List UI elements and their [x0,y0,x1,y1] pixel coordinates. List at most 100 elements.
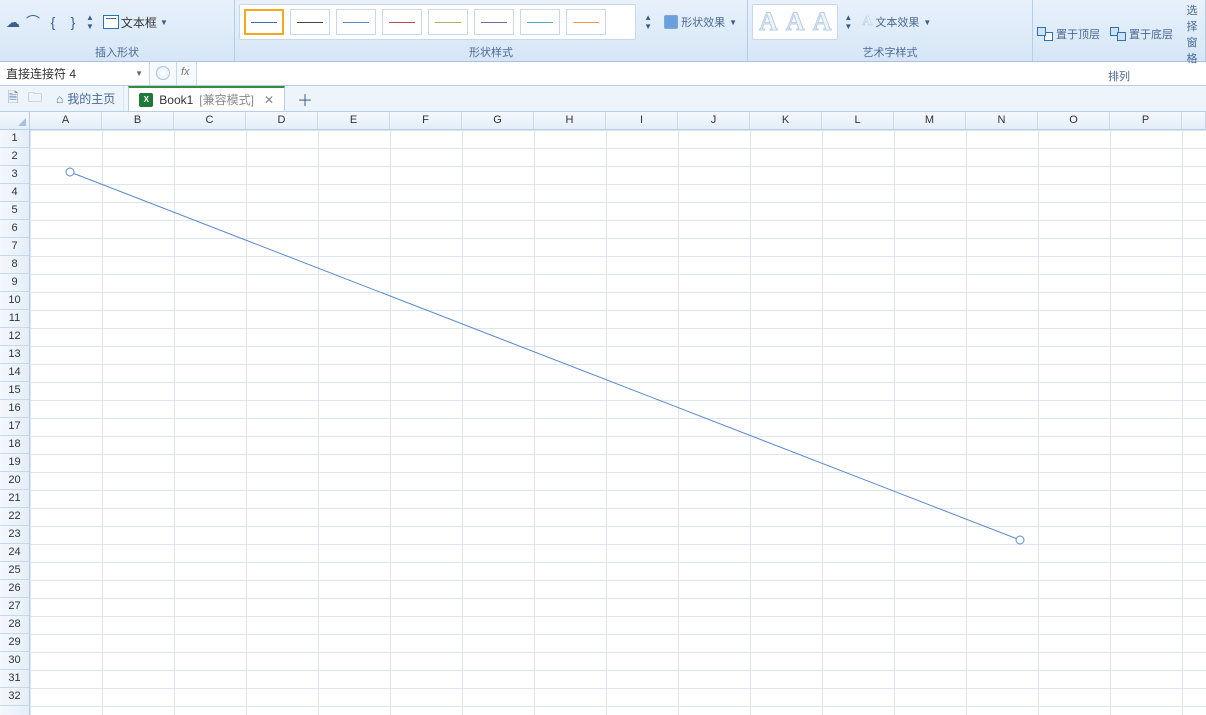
row-header-21[interactable]: 21 [0,490,29,508]
shape-effects-button[interactable]: 形状效果 ▼ [662,14,739,30]
shape-style-gallery-scroll[interactable]: ▲ ▼ [644,13,652,31]
row-header-25[interactable]: 25 [0,562,29,580]
document-tab[interactable]: X Book1 [兼容模式] ✕ [128,86,285,111]
select-all-corner[interactable] [0,112,30,129]
cancel-formula-icon[interactable] [156,66,170,80]
dropdown-icon[interactable]: ▼ [729,18,737,27]
text-effects-button[interactable]: A 文本效果 ▼ [860,9,933,35]
shape-left-brace-icon[interactable]: { [44,14,62,30]
row-header-32[interactable]: 32 [0,688,29,706]
row-header-18[interactable]: 18 [0,436,29,454]
open-folder-icon[interactable]: 🗀 [26,90,44,108]
shape-right-brace-icon[interactable]: } [64,14,82,30]
dropdown-icon[interactable]: ▼ [923,18,931,27]
shapes-gallery[interactable]: ☁ ⌒ { } ▲ ▼ [4,13,94,31]
cells-grid[interactable] [30,130,1206,715]
row-header-2[interactable]: 2 [0,148,29,166]
shape-style-swatch-3[interactable] [336,9,376,35]
column-header-D[interactable]: D [246,112,318,129]
column-header-A[interactable]: A [30,112,102,129]
shape-style-swatch-1[interactable] [244,9,284,35]
row-header-22[interactable]: 22 [0,508,29,526]
bring-front-label: 置于顶层 [1056,26,1100,42]
chevron-down-icon[interactable]: ▼ [844,22,852,31]
row-header-26[interactable]: 26 [0,580,29,598]
shape-style-swatch-5[interactable] [428,9,468,35]
row-header-24[interactable]: 24 [0,544,29,562]
row-header-9[interactable]: 9 [0,274,29,292]
column-header-P[interactable]: P [1110,112,1182,129]
arrange-group-label: 排列 [1037,66,1201,85]
send-to-back-button[interactable]: 置于底层 [1110,26,1173,42]
close-tab-icon[interactable]: ✕ [264,93,274,107]
row-header-4[interactable]: 4 [0,184,29,202]
column-header-K[interactable]: K [750,112,822,129]
row-header-14[interactable]: 14 [0,364,29,382]
art-font-group-label: 艺术字样式 [752,42,1028,61]
column-header-I[interactable]: I [606,112,678,129]
row-header-8[interactable]: 8 [0,256,29,274]
textbox-button[interactable]: 文本框 ▼ [98,11,173,34]
chevron-up-icon[interactable]: ▲ [644,13,652,22]
shape-arc-icon[interactable]: ⌒ [24,14,42,30]
name-box-dropdown-icon[interactable]: ▼ [135,69,143,78]
shape-style-gallery[interactable] [239,4,636,40]
add-tab-button[interactable]: ＋ [295,89,315,109]
shape-style-swatch-4[interactable] [382,9,422,35]
row-header-31[interactable]: 31 [0,670,29,688]
column-header-H[interactable]: H [534,112,606,129]
row-header-11[interactable]: 11 [0,310,29,328]
name-box[interactable]: 直接连接符 4 ▼ [0,62,150,85]
column-header-G[interactable]: G [462,112,534,129]
row-header-27[interactable]: 27 [0,598,29,616]
column-header-L[interactable]: L [822,112,894,129]
chevron-down-icon[interactable]: ▼ [644,22,652,31]
new-file-icon[interactable]: 🗎 [4,90,22,108]
row-header-13[interactable]: 13 [0,346,29,364]
bring-to-front-button[interactable]: 置于顶层 [1037,26,1100,42]
column-header-C[interactable]: C [174,112,246,129]
selection-pane-button[interactable]: 选择窗格 [1183,2,1201,66]
row-header-20[interactable]: 20 [0,472,29,490]
row-header-30[interactable]: 30 [0,652,29,670]
row-header-29[interactable]: 29 [0,634,29,652]
row-header-17[interactable]: 17 [0,418,29,436]
shape-style-swatch-6[interactable] [474,9,514,35]
shape-style-swatch-8[interactable] [566,9,606,35]
art-font-style-3[interactable]: A [813,9,832,35]
column-header-F[interactable]: F [390,112,462,129]
home-tab[interactable]: ⌂ 我的主页 [48,86,124,111]
row-header-12[interactable]: 12 [0,328,29,346]
column-header-E[interactable]: E [318,112,390,129]
chevron-up-icon[interactable]: ▲ [844,13,852,22]
art-font-gallery[interactable]: A A A [752,4,838,40]
row-header-6[interactable]: 6 [0,220,29,238]
column-header-J[interactable]: J [678,112,750,129]
shapes-gallery-scroll[interactable]: ▲ ▼ [86,13,94,31]
row-header-23[interactable]: 23 [0,526,29,544]
textbox-dropdown-icon[interactable]: ▼ [160,18,168,27]
spreadsheet-area[interactable]: ABCDEFGHIJKLMNOP 12345678910111213141516… [0,112,1206,715]
row-header-19[interactable]: 19 [0,454,29,472]
row-header-1[interactable]: 1 [0,130,29,148]
art-font-gallery-scroll[interactable]: ▲ ▼ [844,13,852,31]
row-header-28[interactable]: 28 [0,616,29,634]
shape-style-swatch-7[interactable] [520,9,560,35]
chevron-up-icon[interactable]: ▲ [86,13,94,22]
row-header-5[interactable]: 5 [0,202,29,220]
column-header-N[interactable]: N [966,112,1038,129]
art-font-style-2[interactable]: A [786,9,805,35]
column-header-M[interactable]: M [894,112,966,129]
chevron-down-icon[interactable]: ▼ [86,22,94,31]
art-font-style-1[interactable]: A [759,9,778,35]
row-header-7[interactable]: 7 [0,238,29,256]
row-header-3[interactable]: 3 [0,166,29,184]
shape-cloud-icon[interactable]: ☁ [4,14,22,30]
row-header-16[interactable]: 16 [0,400,29,418]
column-header-B[interactable]: B [102,112,174,129]
fx-icon[interactable]: fx [176,62,196,85]
column-header-O[interactable]: O [1038,112,1110,129]
row-header-10[interactable]: 10 [0,292,29,310]
shape-style-swatch-2[interactable] [290,9,330,35]
row-header-15[interactable]: 15 [0,382,29,400]
